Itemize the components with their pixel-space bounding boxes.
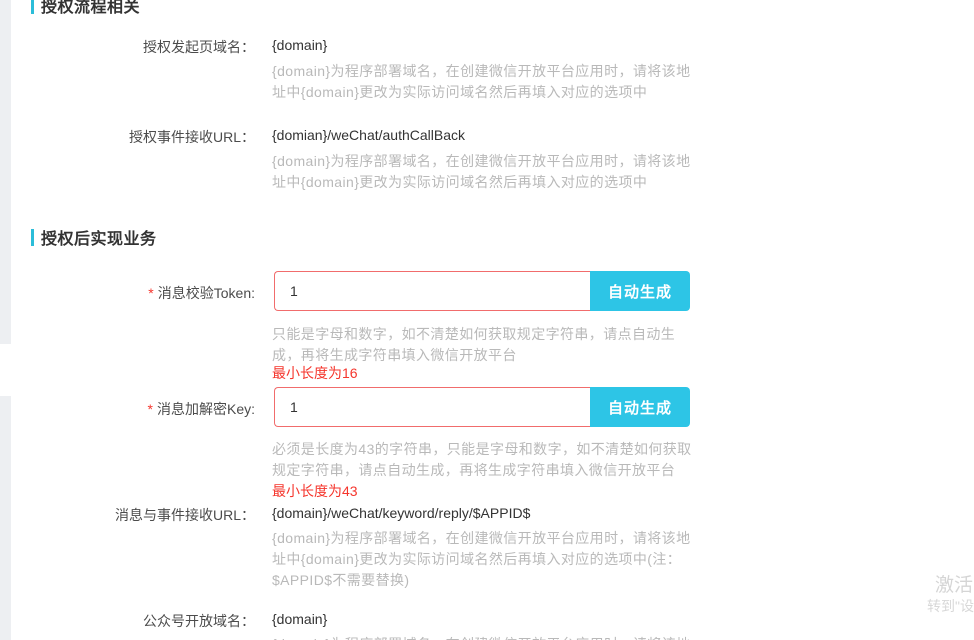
aes-key-label: * 消息加解密Key:: [0, 399, 255, 419]
mp-open-domain-value: {domain}: [272, 611, 328, 627]
msg-event-url-help: {domain}为程序部署域名，在创建微信开放平台应用时，请将该地址中{doma…: [272, 530, 691, 588]
auth-event-url-value: {domian}/weChat/authCallBack: [272, 127, 466, 143]
aes-key-label-text: 消息加解密Key:: [156, 401, 255, 417]
auth-page-domain-label: 授权发起页域名：: [143, 39, 255, 55]
msg-event-url-label: 消息与事件接收URL：: [114, 507, 255, 523]
mp-open-domain-label: 公众号开放域名：: [143, 613, 255, 629]
section-accent-bar: [31, 228, 34, 246]
token-help: 只能是字母和数字，如不清楚如何获取规定字符串，请点自动生成，再将生成字符串填入微…: [272, 326, 676, 363]
aes-key-help: 必须是长度为43的字符串，只能是字母和数字，如不清楚如何获取规定字符串，请点自动…: [272, 441, 692, 478]
token-error: 最小长度为16: [272, 365, 358, 381]
token-input-group: 自动生成: [274, 271, 690, 311]
section-title: 授权流程相关: [41, 0, 141, 16]
auth-page-domain-value: {domain}: [272, 37, 328, 53]
section-header-post-auth-business: 授权后实现业务: [31, 225, 157, 249]
msg-event-url-value: {domain}/weChat/keyword/reply/$APPID$: [272, 505, 531, 521]
section-accent-bar: [31, 0, 34, 14]
required-asterisk: *: [148, 285, 154, 301]
section-title: 授权后实现业务: [41, 231, 157, 248]
aes-key-error: 最小长度为43: [272, 483, 358, 499]
aes-key-input-group: 自动生成: [274, 387, 690, 427]
aes-key-input[interactable]: [274, 387, 590, 427]
token-autogenerate-button[interactable]: 自动生成: [590, 271, 690, 311]
section-header-auth-flow: 授权流程相关: [31, 0, 140, 17]
wechat-open-platform-settings-page: 授权流程相关 授权发起页域名： {domain} {domain}为程序部署域名…: [0, 0, 974, 640]
mp-open-domain-help: {domain}为程序部署域名，在创建微信开放平台应用时，请将该地址中: [272, 634, 702, 640]
auth-event-url-help: {domain}为程序部署域名，在创建微信开放平台应用时，请将该地址中{doma…: [272, 153, 691, 190]
aes-key-autogenerate-button[interactable]: 自动生成: [590, 387, 690, 427]
left-rail: [0, 0, 11, 640]
windows-activation-watermark-line1: 激活: [935, 575, 974, 596]
required-asterisk: *: [147, 401, 153, 417]
windows-activation-watermark-line2: 转到"设: [927, 598, 974, 614]
token-label: * 消息校验Token:: [0, 283, 255, 303]
auth-event-url-label: 授权事件接收URL：: [128, 129, 255, 145]
auth-page-domain-help: {domain}为程序部署域名，在创建微信开放平台应用时，请将该地址中{doma…: [272, 63, 691, 100]
token-label-text: 消息校验Token:: [157, 285, 255, 301]
left-rail-gap: [0, 344, 11, 396]
token-input[interactable]: [274, 271, 590, 311]
